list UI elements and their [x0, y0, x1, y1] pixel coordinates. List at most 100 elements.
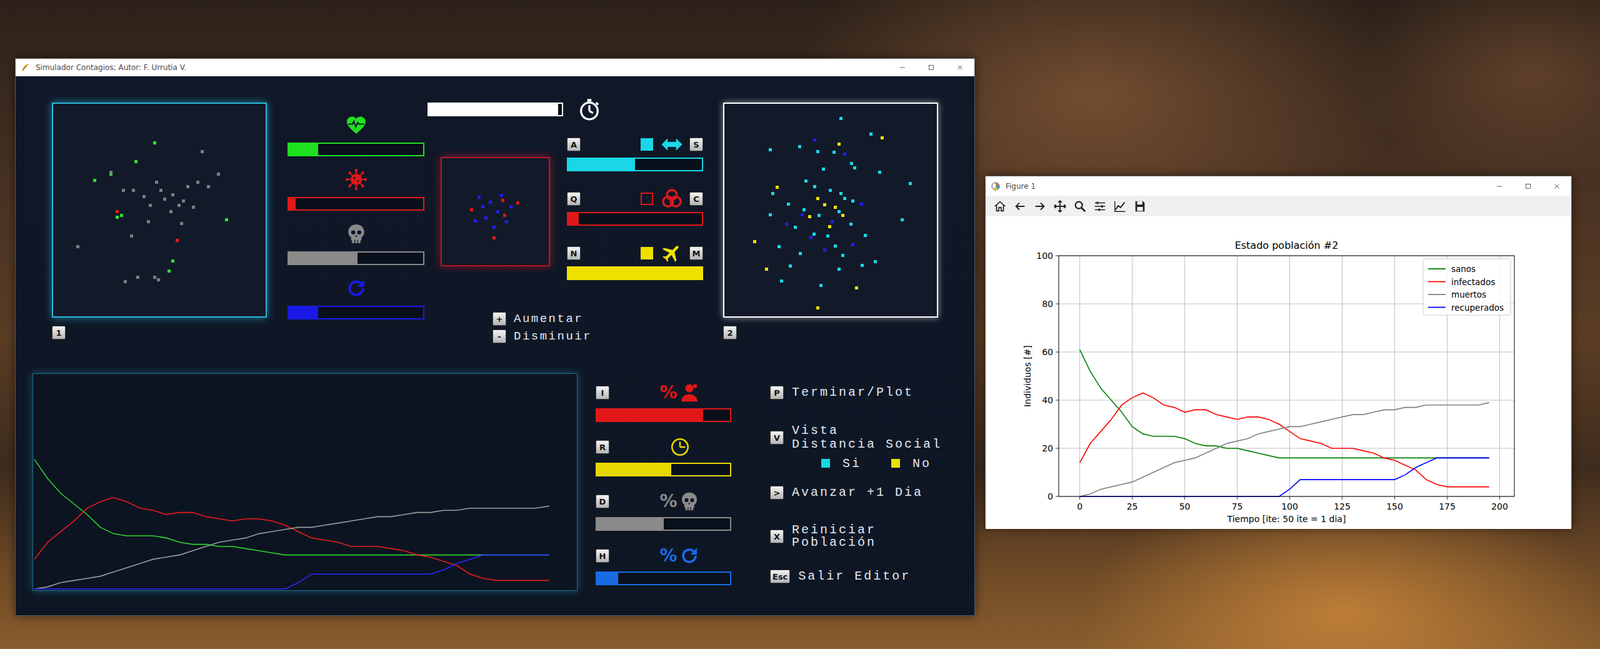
person-dot: [181, 199, 185, 203]
population-panel[interactable]: [51, 102, 267, 318]
person-dot: [780, 279, 784, 283]
close-button[interactable]: [1542, 176, 1572, 196]
command-row[interactable]: PTerminar/Plot: [770, 383, 942, 402]
refresh-icon: [345, 276, 368, 300]
key-cap[interactable]: V: [770, 430, 784, 445]
save-icon[interactable]: [1133, 199, 1147, 214]
maximize-button[interactable]: [1513, 176, 1543, 196]
stat-row: [287, 222, 425, 265]
minimize-button[interactable]: [888, 58, 917, 77]
person-dot: [123, 280, 127, 284]
percent-sign: %: [659, 490, 677, 513]
person-dot: [819, 283, 823, 287]
sliders-icon[interactable]: [1093, 199, 1107, 214]
command-row[interactable]: XReiniciarPoblación: [770, 523, 942, 549]
key-cap[interactable]: H: [595, 548, 610, 563]
person-dot: [860, 202, 864, 206]
param-row: D%: [595, 490, 732, 531]
person-dot: [130, 234, 134, 238]
person-dot: [851, 199, 855, 203]
control-row: NM: [566, 243, 704, 280]
command-row[interactable]: >Avanzar +1 Dia: [770, 483, 942, 502]
key-cap[interactable]: Q: [566, 191, 581, 206]
control-key-row: NM: [566, 243, 704, 263]
population-panel[interactable]: [723, 102, 939, 318]
person-dot: [765, 267, 769, 271]
chart-title: Estado población #2: [1235, 239, 1339, 252]
key-cap[interactable]: Esc: [770, 569, 790, 584]
x-axis-label: Tiempo [ite: 50 ite = 1 dia]: [1226, 513, 1347, 524]
back-arrow-icon[interactable]: [1013, 199, 1027, 214]
key-cap[interactable]: R: [595, 440, 610, 454]
person-dot: [768, 213, 772, 217]
person-dot: [768, 148, 772, 152]
line-chart-icon[interactable]: [1113, 199, 1127, 214]
series-line: [1080, 457, 1490, 497]
person-dot: [488, 200, 492, 204]
move-icon[interactable]: [1053, 199, 1067, 214]
bar-fill: [596, 409, 704, 421]
person-dot: [786, 202, 790, 206]
series-line: [1080, 349, 1490, 458]
person-dot: [136, 275, 140, 279]
grid-line: [1131, 255, 1133, 497]
key-cap[interactable]: 1: [51, 325, 66, 340]
zoom-icon[interactable]: [1073, 199, 1087, 214]
command-text: Vista: [791, 423, 942, 438]
key-cap[interactable]: I: [595, 385, 610, 400]
control-icons: [640, 241, 684, 265]
key-cap[interactable]: P: [770, 385, 784, 400]
key-cap[interactable]: 2: [723, 325, 737, 340]
bar-track: [566, 157, 704, 172]
series-line: [34, 505, 550, 589]
bar-track: [287, 305, 425, 320]
legend-swatch: [1428, 268, 1446, 270]
bar-fill: [428, 103, 559, 115]
tick-mark: [1055, 255, 1059, 257]
person-dot: [505, 220, 509, 224]
key-cap[interactable]: -: [492, 329, 507, 344]
home-icon[interactable]: [993, 199, 1007, 214]
command-row[interactable]: VVistaDistancia Social: [770, 423, 942, 452]
key-cap[interactable]: X: [770, 529, 784, 544]
person-dot: [167, 269, 171, 273]
person-dot: [841, 253, 845, 257]
person-dot: [798, 145, 802, 149]
person-dot: [191, 205, 195, 209]
key-row: 2: [723, 325, 939, 340]
double-arrow-icon: [660, 133, 684, 156]
minimize-button[interactable]: [1485, 176, 1514, 196]
person-dot: [516, 201, 520, 205]
legend-item: No: [891, 456, 932, 471]
key-cap[interactable]: D: [595, 494, 610, 509]
control-icons: [640, 133, 684, 156]
x-tick-label: 200: [1491, 501, 1509, 512]
person-dot: [171, 193, 175, 197]
grid-line: [1341, 255, 1343, 497]
key-cap[interactable]: A: [566, 137, 581, 152]
close-button[interactable]: [945, 58, 975, 77]
param-key-row: R: [595, 435, 732, 459]
key-cap[interactable]: N: [566, 246, 581, 260]
tick-mark: [1055, 351, 1059, 353]
key-cap[interactable]: >: [770, 485, 784, 500]
key-cap[interactable]: S: [689, 137, 704, 152]
maximize-button[interactable]: [916, 58, 946, 77]
bar-track: [566, 266, 704, 280]
key-cap[interactable]: C: [689, 191, 704, 206]
forward-arrow-icon[interactable]: [1033, 199, 1047, 214]
bar-fill: [568, 158, 635, 170]
x-tick-label: 125: [1333, 501, 1351, 512]
person-dot: [850, 161, 854, 165]
title-bar: Figure 1: [985, 176, 1572, 196]
person-dot: [120, 213, 124, 217]
bar-track: [287, 196, 425, 211]
key-cap[interactable]: +: [492, 311, 507, 326]
command-row[interactable]: EscSalir Editor: [770, 566, 942, 586]
param-key-row: D%: [595, 490, 732, 513]
key-cap[interactable]: M: [689, 246, 704, 260]
y-tick-label: 100: [1036, 250, 1054, 261]
person-dot: [500, 193, 504, 197]
person-dot: [206, 185, 210, 189]
legend-label: infectados: [1451, 276, 1495, 287]
